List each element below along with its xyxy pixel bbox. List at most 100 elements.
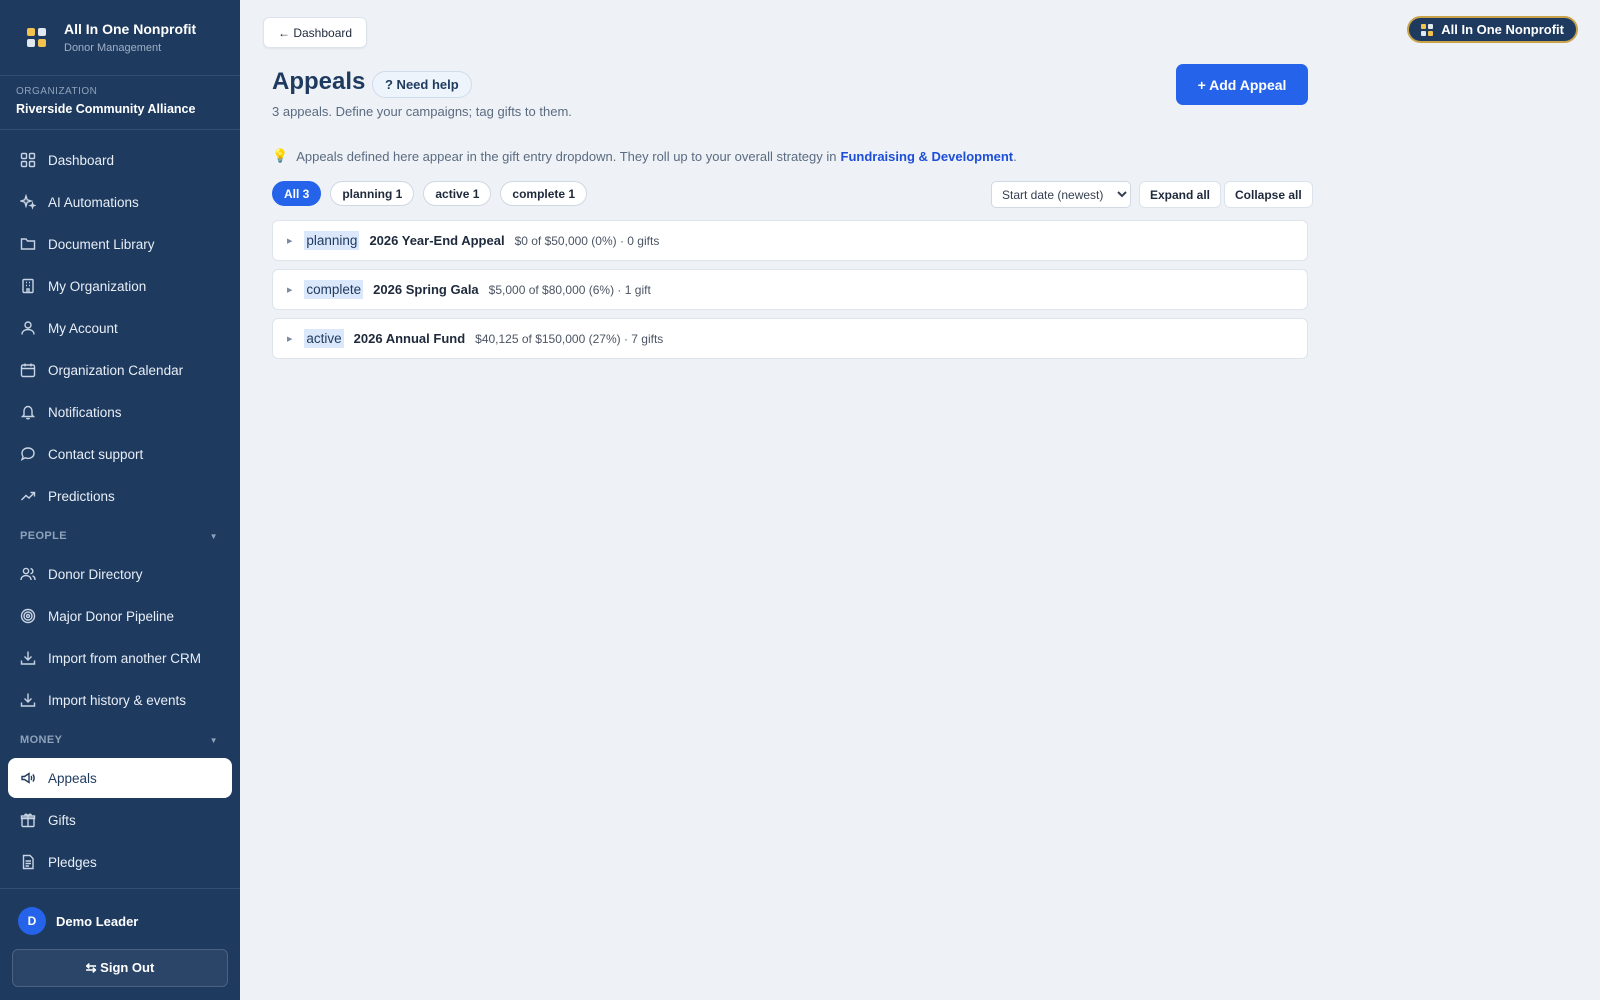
sidebar: All In One Nonprofit Donor Management OR… [0,0,240,1000]
section-people-toggle[interactable]: PEOPLE ▼ [0,522,240,550]
sidebar-item-organization-calendar[interactable]: Organization Calendar [8,350,232,390]
chevron-down-icon: ▼ [209,531,218,541]
download-icon [20,651,36,665]
organization-label: ORGANIZATION [16,86,98,97]
sidebar-item-donor-directory[interactable]: Donor Directory [8,554,232,594]
sidebar-item-gifts[interactable]: Gifts [8,800,232,840]
sidebar-item-label: Contact support [48,446,144,462]
status-filters: All 3 planning 1 active 1 complete 1 [272,181,596,206]
appeal-name: 2026 Year-End Appeal [369,233,505,248]
brand-subtitle: Donor Management [64,42,162,54]
sidebar-item-label: Pledges [48,854,97,870]
sidebar-item-dashboard[interactable]: Dashboard [8,140,232,180]
grid-icon [20,152,36,168]
sign-out-button[interactable]: ⇆ Sign Out [12,949,228,987]
sidebar-item-my-account[interactable]: My Account [8,308,232,348]
sidebar-item-label: Organization Calendar [48,362,184,378]
app-switcher-badge[interactable]: All In One Nonprofit [1407,16,1578,43]
app-switcher-label: All In One Nonprofit [1441,22,1564,37]
organization-block: ORGANIZATION Riverside Community Allianc… [0,76,240,130]
user-profile[interactable]: D Demo Leader [0,889,240,935]
need-help-button[interactable]: ? Need help [372,71,472,98]
filter-chip-planning[interactable]: planning 1 [330,181,415,206]
sidebar-item-label: Import history & events [48,692,187,708]
appeals-list: ▶ planning 2026 Year-End Appeal $0 of $5… [272,220,1308,367]
sparkles-icon [20,194,36,210]
sidebar-item-appeals[interactable]: Appeals [8,758,232,798]
section-title: MONEY [20,734,63,746]
sidebar-item-label: Gifts [48,812,76,828]
brand-logo-icon [22,24,50,52]
users-icon [20,567,36,581]
sidebar-item-label: Appeals [48,770,97,786]
sidebar-item-label: Donor Directory [48,566,143,582]
page-subtitle: 3 appeals. Define your campaigns; tag gi… [272,104,572,119]
trending-up-icon [21,491,36,501]
status-badge: complete [304,280,364,299]
section-money-toggle[interactable]: MONEY ▼ [0,726,240,754]
sidebar-footer: D Demo Leader ⇆ Sign Out [0,888,240,1000]
expand-all-button[interactable]: Expand all [1139,181,1222,208]
building-icon [22,278,34,294]
gift-icon [20,813,36,828]
sidebar-item-my-organization[interactable]: My Organization [8,266,232,306]
tip-suffix: . [1013,148,1017,164]
folder-icon [20,238,36,250]
appeal-row[interactable]: ▶ complete 2026 Spring Gala $5,000 of $8… [272,269,1308,310]
user-name: Demo Leader [56,913,139,929]
tip-text: Appeals defined here appear in the gift … [296,148,837,164]
expand-caret-icon[interactable]: ▶ [287,286,292,294]
filter-chip-active[interactable]: active 1 [423,181,492,206]
sidebar-item-label: Import from another CRM [48,650,202,666]
download-icon [20,693,36,707]
avatar: D [18,907,46,935]
info-tip: 💡 Appeals defined here appear in the gif… [272,148,1017,164]
sidebar-item-import-crm[interactable]: Import from another CRM [8,638,232,678]
appeal-name: 2026 Spring Gala [373,282,479,297]
bell-icon [20,405,36,420]
calendar-icon [20,363,36,378]
add-appeal-button[interactable]: + Add Appeal [1176,64,1308,105]
appeal-progress: $5,000 of $80,000 (6%) · 1 gift [488,282,651,297]
page-title: Appeals [272,68,366,95]
back-to-dashboard-button[interactable]: ← Dashboard [263,17,368,48]
brand-logo-icon [1421,23,1434,36]
brand-title: All In One Nonprofit [64,21,197,37]
sidebar-item-contact-support[interactable]: Contact support [8,434,232,474]
status-badge: active [304,329,344,348]
filter-chip-complete[interactable]: complete 1 [500,181,588,206]
sidebar-item-major-donor-pipeline[interactable]: Major Donor Pipeline [8,596,232,636]
expand-caret-icon[interactable]: ▶ [287,237,292,245]
sort-select[interactable]: Start date (newest) [991,181,1131,208]
chevron-down-icon: ▼ [209,735,218,745]
main-content: ← Dashboard All In One Nonprofit Appeals… [240,0,1600,1000]
brand[interactable]: All In One Nonprofit Donor Management [0,0,240,76]
sidebar-item-pledges[interactable]: Pledges [8,842,232,882]
sidebar-item-label: Major Donor Pipeline [48,608,175,624]
appeal-row[interactable]: ▶ active 2026 Annual Fund $40,125 of $15… [272,318,1308,359]
chat-icon [20,447,35,461]
sidebar-item-label: Notifications [48,404,122,420]
sidebar-item-label: Predictions [48,488,115,504]
sidebar-item-label: Dashboard [48,152,115,168]
expand-caret-icon[interactable]: ▶ [287,335,292,343]
filter-chip-all[interactable]: All 3 [272,181,322,206]
sidebar-item-import-history[interactable]: Import history & events [8,680,232,720]
document-icon [22,854,34,870]
sidebar-item-ai-automations[interactable]: AI Automations [8,182,232,222]
megaphone-icon [21,772,35,784]
appeal-progress: $0 of $50,000 (0%) · 0 gifts [514,233,660,248]
appeal-row[interactable]: ▶ planning 2026 Year-End Appeal $0 of $5… [272,220,1308,261]
fundraising-development-link[interactable]: Fundraising & Development [841,149,1014,164]
sidebar-item-predictions[interactable]: Predictions [8,476,232,516]
sidebar-item-label: My Organization [48,278,147,294]
organization-name: Riverside Community Alliance [16,102,196,116]
target-icon [20,608,36,624]
status-badge: planning [304,231,360,250]
sidebar-item-notifications[interactable]: Notifications [8,392,232,432]
lightbulb-icon: 💡 [272,148,289,163]
sidebar-nav: Dashboard AI Automations Document Librar… [0,130,240,882]
appeal-progress: $40,125 of $150,000 (27%) · 7 gifts [475,331,664,346]
collapse-all-button[interactable]: Collapse all [1224,181,1313,208]
sidebar-item-document-library[interactable]: Document Library [8,224,232,264]
